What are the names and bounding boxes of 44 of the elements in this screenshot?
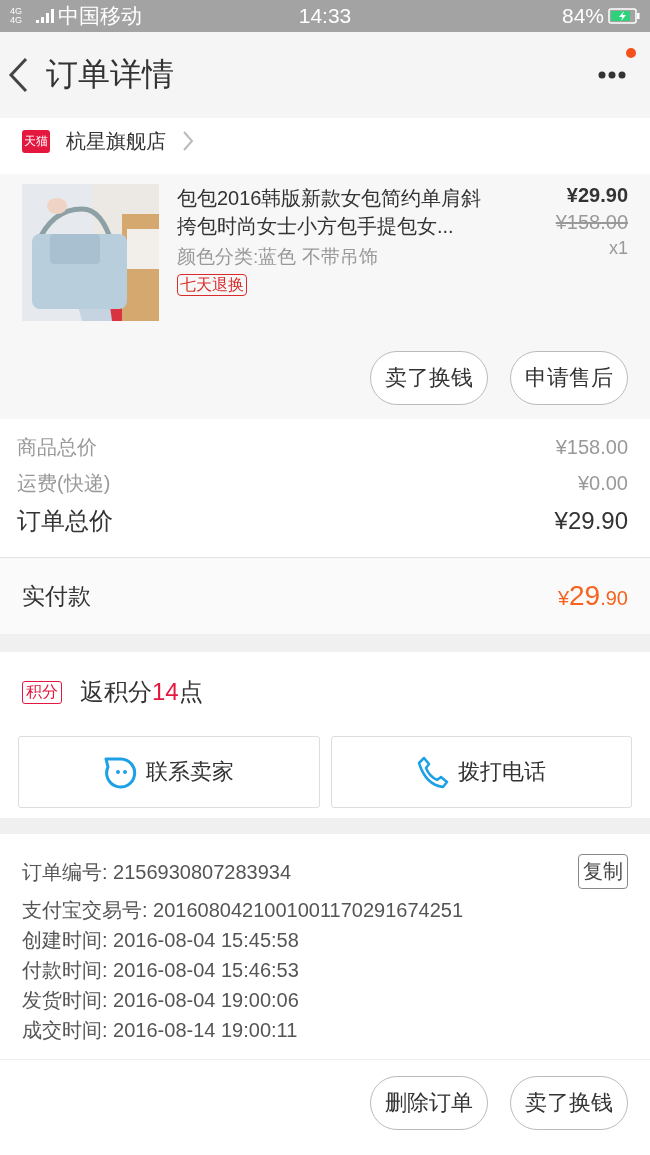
shop-name: 杭星旗舰店 [66,128,166,154]
network-label: 4G 4G [10,7,23,25]
battery-icon [608,8,640,24]
product-price: ¥29.90 [566,184,628,207]
chevron-right-icon [182,130,194,152]
order-info-line: 付款时间: 2016-08-04 15:46:53 [22,958,300,983]
order-number: 订单编号: 2156930807283934 [22,859,292,885]
order-info-line: 创建时间: 2016-08-04 15:45:58 [22,928,300,953]
order-info-line: 发货时间: 2016-08-04 19:00:06 [22,988,300,1013]
action-button[interactable]: 卖了换钱 [370,351,488,405]
action-button[interactable]: 删除订单 [370,1076,488,1130]
page-title: 订单详情 [46,55,175,94]
original-price: ¥158.00 [555,211,628,234]
action-button[interactable]: 申请售后 [510,351,628,405]
back-icon[interactable] [8,57,28,93]
points-text: 返积分14点 [80,677,203,707]
more-icon[interactable] [598,71,626,79]
points-badge: 积分 [22,680,62,704]
product-title[interactable]: 包包2016韩版新款女包简约单肩斜挎包时尚女士小方包手提包女... [177,184,495,240]
summary-label: 商品总价 [17,434,97,460]
summary-label: 运费(快递) [17,470,111,496]
product-quantity: x1 [609,238,628,259]
clock: 14:33 [298,4,352,28]
shop-row[interactable]: 天猫 杭星旗舰店 [0,118,650,164]
phone-icon [416,755,451,789]
summary-value: ¥158.00 [555,435,628,459]
battery-percent: 84% [561,4,604,28]
order-info-line: 成交时间: 2016-08-14 19:00:11 [22,1018,299,1043]
chat-face-icon [103,755,138,789]
contact-seller-button[interactable]: 联系卖家 [18,736,320,808]
call-button[interactable]: 拨打电话 [330,736,632,808]
summary-label: 订单总价 [17,506,113,536]
payment-label: 实付款 [22,581,91,611]
payment-amount: ¥29.90 [557,580,628,612]
signal-icon [36,9,54,23]
summary-value: ¥0.00 [577,471,628,495]
product-spec: 颜色分类:蓝色 不带吊饰 [177,245,378,269]
carrier-label: 中国移动 [58,3,142,29]
order-info-line: 支付宝交易号: 2016080421001001170291674251 [22,898,465,923]
action-button[interactable]: 卖了换钱 [510,1076,628,1130]
summary-value: ¥29.90 [554,507,628,535]
store-badge: 天猫 [22,129,50,153]
return-tag: 七天退换 [177,274,247,296]
copy-button[interactable]: 复制 [578,854,628,889]
